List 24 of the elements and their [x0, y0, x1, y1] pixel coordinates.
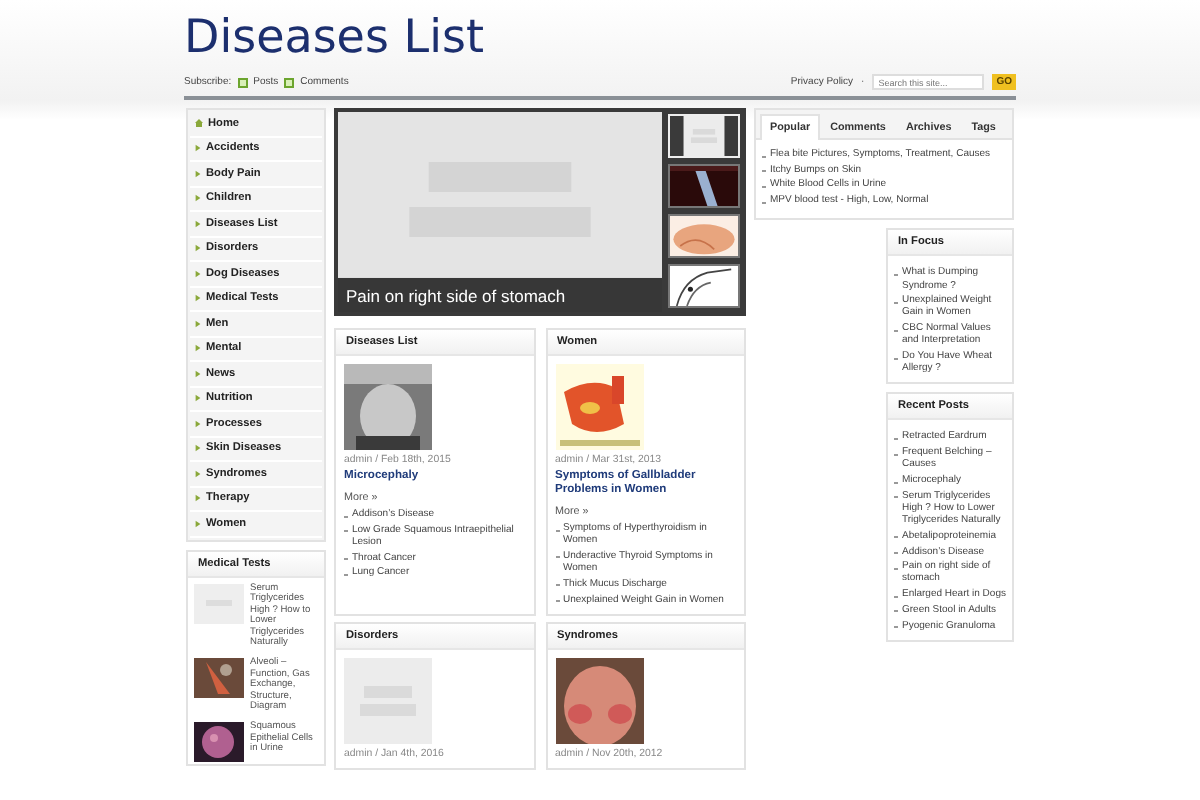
arrow-icon — [194, 444, 202, 453]
home-icon — [194, 118, 204, 129]
arrow-icon — [194, 469, 202, 478]
arrow-icon — [194, 219, 202, 228]
slide-thumbnail[interactable] — [668, 214, 740, 258]
arrow-icon — [194, 369, 202, 378]
arrow-icon — [194, 294, 202, 303]
slide-thumbnail[interactable] — [668, 164, 740, 208]
site-title[interactable]: Diseases List — [184, 12, 1016, 64]
arrow-icon — [194, 244, 202, 253]
arrow-icon — [194, 169, 202, 178]
arrow-icon — [194, 144, 202, 153]
arrow-icon — [194, 494, 202, 503]
arrow-icon — [194, 419, 202, 428]
arrow-icon — [194, 394, 202, 403]
arrow-icon — [194, 344, 202, 353]
slide-caption[interactable]: Pain on right side of stomach — [338, 278, 662, 312]
slide-thumbnail[interactable] — [668, 264, 740, 308]
arrow-icon — [194, 319, 202, 328]
arrow-icon — [194, 269, 202, 278]
arrow-icon — [194, 194, 202, 203]
feed-icon — [237, 77, 248, 87]
feed-icon — [284, 77, 295, 87]
arrow-icon — [194, 519, 202, 528]
